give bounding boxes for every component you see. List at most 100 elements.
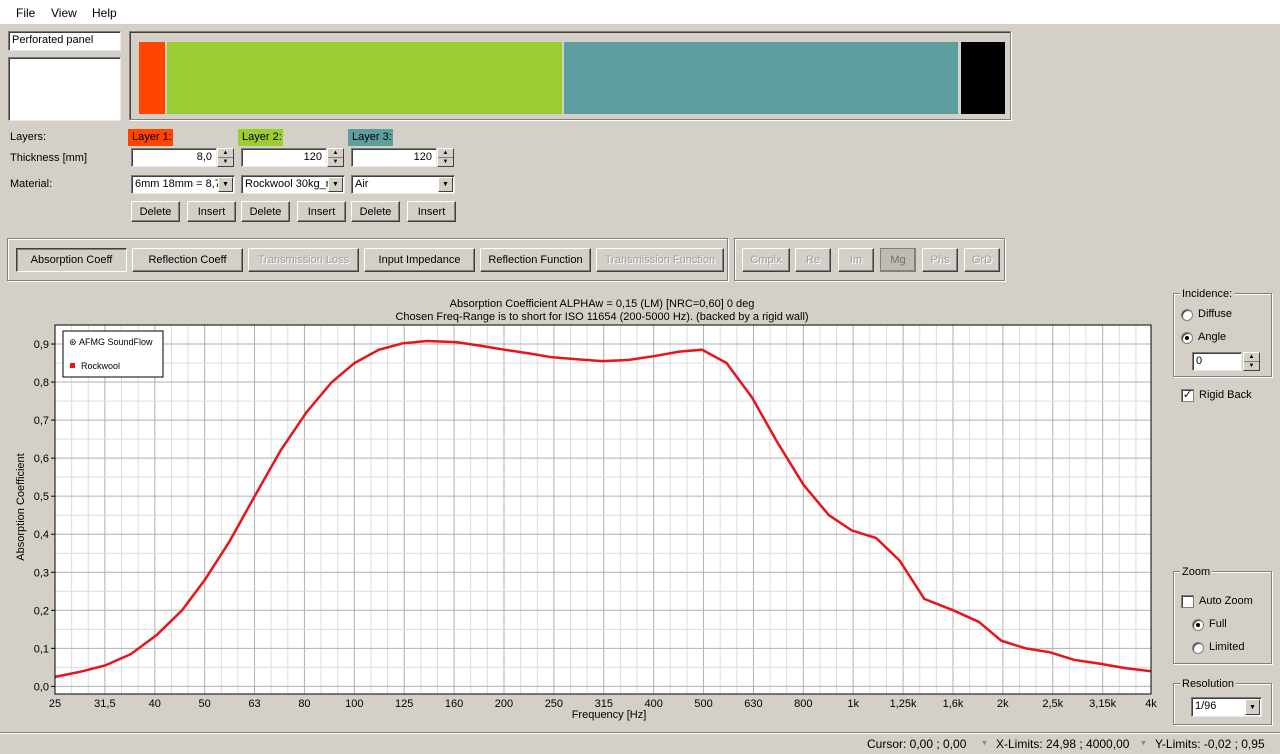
legend-title: AFMG SoundFlow xyxy=(79,337,153,347)
dropdown-arrow-icon[interactable]: ▼ xyxy=(981,740,988,747)
x-tick-label: 630 xyxy=(744,698,762,710)
angle-input[interactable]: 0 xyxy=(1192,352,1242,371)
legend[interactable]: ⊛ AFMG SoundFlow Rockwool xyxy=(62,330,164,378)
x-tick-label: 1,6k xyxy=(943,698,964,710)
menu-file[interactable]: File xyxy=(16,6,35,20)
layer-2-tag[interactable]: Layer 2: xyxy=(238,129,283,146)
angle-radio[interactable] xyxy=(1181,332,1193,344)
im-button[interactable]: Im xyxy=(838,248,874,272)
structure-preview-box xyxy=(8,57,121,121)
chevron-down-icon[interactable]: ▼ xyxy=(1245,699,1260,715)
x-tick-label: 1,25k xyxy=(890,698,917,710)
x-tick-label: 63 xyxy=(248,698,260,710)
spin-down-icon[interactable]: ▼ xyxy=(1244,362,1259,371)
layer-2-thickness-input[interactable]: 120 xyxy=(241,148,327,167)
x-tick-label: 100 xyxy=(345,698,363,710)
rigid-back-checkbox[interactable]: ✓ xyxy=(1181,389,1194,402)
layer-1-material-value: 6mm 18mm = 8,7: xyxy=(135,178,224,190)
layer-3-delete-button[interactable]: Delete xyxy=(351,201,400,222)
diffuse-radio[interactable] xyxy=(1181,309,1193,321)
menu-view[interactable]: View xyxy=(51,6,77,20)
auto-zoom-checkbox[interactable] xyxy=(1181,595,1194,608)
re-button[interactable]: Re xyxy=(795,248,831,272)
layer-3-material-select[interactable]: Air ▼ xyxy=(351,175,455,194)
layer-2-bar[interactable] xyxy=(167,42,562,114)
x-tick-label: 31,5 xyxy=(94,698,115,710)
layer-1-thickness-spinner[interactable]: ▲ ▼ xyxy=(217,148,234,167)
chevron-down-icon[interactable]: ▼ xyxy=(218,177,233,192)
y-axis-label: Absorption Coefficient xyxy=(15,453,27,560)
layer-3-thickness-input[interactable]: 120 xyxy=(351,148,437,167)
angle-spinner[interactable]: ▲ ▼ xyxy=(1243,352,1260,371)
phs-button[interactable]: Phs xyxy=(922,248,958,272)
absorption-coeff-button[interactable]: Absorption Coeff xyxy=(16,248,127,272)
y-tick-label: 0,7 xyxy=(34,415,49,427)
layer-1-thickness-input[interactable]: 8,0 xyxy=(131,148,217,167)
layer-2-insert-button[interactable]: Insert xyxy=(297,201,346,222)
material-label: Material: xyxy=(10,178,53,190)
x-tick-label: 400 xyxy=(644,698,662,710)
layer-3-insert-button[interactable]: Insert xyxy=(407,201,456,222)
zoom-limited-radio[interactable] xyxy=(1192,642,1204,654)
layer-2-thickness-spinner[interactable]: ▲ ▼ xyxy=(327,148,344,167)
y-tick-label: 0,0 xyxy=(34,681,49,693)
y-tick-label: 0,5 xyxy=(34,491,49,503)
layer-1-delete-button[interactable]: Delete xyxy=(131,201,180,222)
x-tick-label: 200 xyxy=(495,698,513,710)
x-tick-label: 50 xyxy=(199,698,211,710)
diffuse-label: Diffuse xyxy=(1198,308,1233,320)
spin-down-icon[interactable]: ▼ xyxy=(328,158,343,167)
transmission-function-button[interactable]: Transmission Function xyxy=(596,248,724,272)
y-tick-label: 0,4 xyxy=(34,529,49,541)
layer-2-material-select[interactable]: Rockwool 30kg_r ▼ xyxy=(241,175,345,194)
structure-name-input[interactable]: Perforated panel xyxy=(8,31,121,51)
layer-1-bar[interactable] xyxy=(139,42,165,114)
grd-button[interactable]: GrD xyxy=(964,248,1000,272)
layer-1-tag[interactable]: Layer 1: xyxy=(128,129,173,146)
chart-title-line-2: Chosen Freq-Range is to short for ISO 11… xyxy=(395,311,808,323)
spin-up-icon[interactable]: ▲ xyxy=(1244,353,1259,362)
spin-up-icon[interactable]: ▲ xyxy=(218,149,233,158)
resolution-title: Resolution xyxy=(1180,678,1236,690)
layer-stack-view[interactable] xyxy=(129,31,1011,120)
resolution-value: 1/96 xyxy=(1195,700,1217,712)
x-tick-label: 3,15k xyxy=(1089,698,1116,710)
y-tick-label: 0,2 xyxy=(34,605,49,617)
absorption-chart[interactable]: Absorption Coefficient ALPHAw = 0,15 (LM… xyxy=(0,292,1166,726)
spin-up-icon[interactable]: ▲ xyxy=(328,149,343,158)
x-tick-label: 500 xyxy=(694,698,712,710)
chevron-down-icon[interactable]: ▼ xyxy=(328,177,343,192)
layer-3-material-value: Air xyxy=(355,178,369,190)
resolution-select[interactable]: 1/96 ▼ xyxy=(1191,697,1262,717)
chevron-down-icon[interactable]: ▼ xyxy=(438,177,453,192)
y-tick-label: 0,1 xyxy=(34,643,49,655)
spin-down-icon[interactable]: ▼ xyxy=(438,158,453,167)
mg-button[interactable]: Mg xyxy=(880,248,916,272)
layer-3-tag[interactable]: Layer 3: xyxy=(348,129,393,146)
layer-3-thickness-spinner[interactable]: ▲ ▼ xyxy=(437,148,454,167)
legend-logo-icon: ⊛ xyxy=(69,337,77,347)
layer-1-insert-button[interactable]: Insert xyxy=(187,201,236,222)
layer-2-delete-button[interactable]: Delete xyxy=(241,201,290,222)
menu-help[interactable]: Help xyxy=(92,6,117,20)
transmission-loss-button[interactable]: Transmission Loss xyxy=(248,248,359,272)
x-limits-readout: X-Limits: 24,98 ; 4000,00 xyxy=(996,737,1130,751)
legend-entry-rockwool: Rockwool xyxy=(81,361,120,371)
x-tick-label: 25 xyxy=(49,698,61,710)
input-impedance-button[interactable]: Input Impedance xyxy=(364,248,475,272)
layer-3-bar[interactable] xyxy=(564,42,958,114)
zoom-limited-label: Limited xyxy=(1209,641,1245,653)
cmplx-button[interactable]: Cmplx xyxy=(742,248,790,272)
reflection-coeff-button[interactable]: Reflection Coeff xyxy=(132,248,243,272)
x-axis-label: Frequency [Hz] xyxy=(572,709,647,721)
spin-down-icon[interactable]: ▼ xyxy=(218,158,233,167)
legend-swatch xyxy=(70,363,75,368)
spin-up-icon[interactable]: ▲ xyxy=(438,149,453,158)
reflection-function-button[interactable]: Reflection Function xyxy=(480,248,591,272)
dropdown-arrow-icon[interactable]: ▼ xyxy=(1140,740,1147,747)
x-tick-label: 2k xyxy=(997,698,1009,710)
zoom-full-radio[interactable] xyxy=(1192,619,1204,631)
x-tick-label: 40 xyxy=(149,698,161,710)
layer-1-material-select[interactable]: 6mm 18mm = 8,7: ▼ xyxy=(131,175,235,194)
rigid-back-label: Rigid Back xyxy=(1199,389,1252,401)
